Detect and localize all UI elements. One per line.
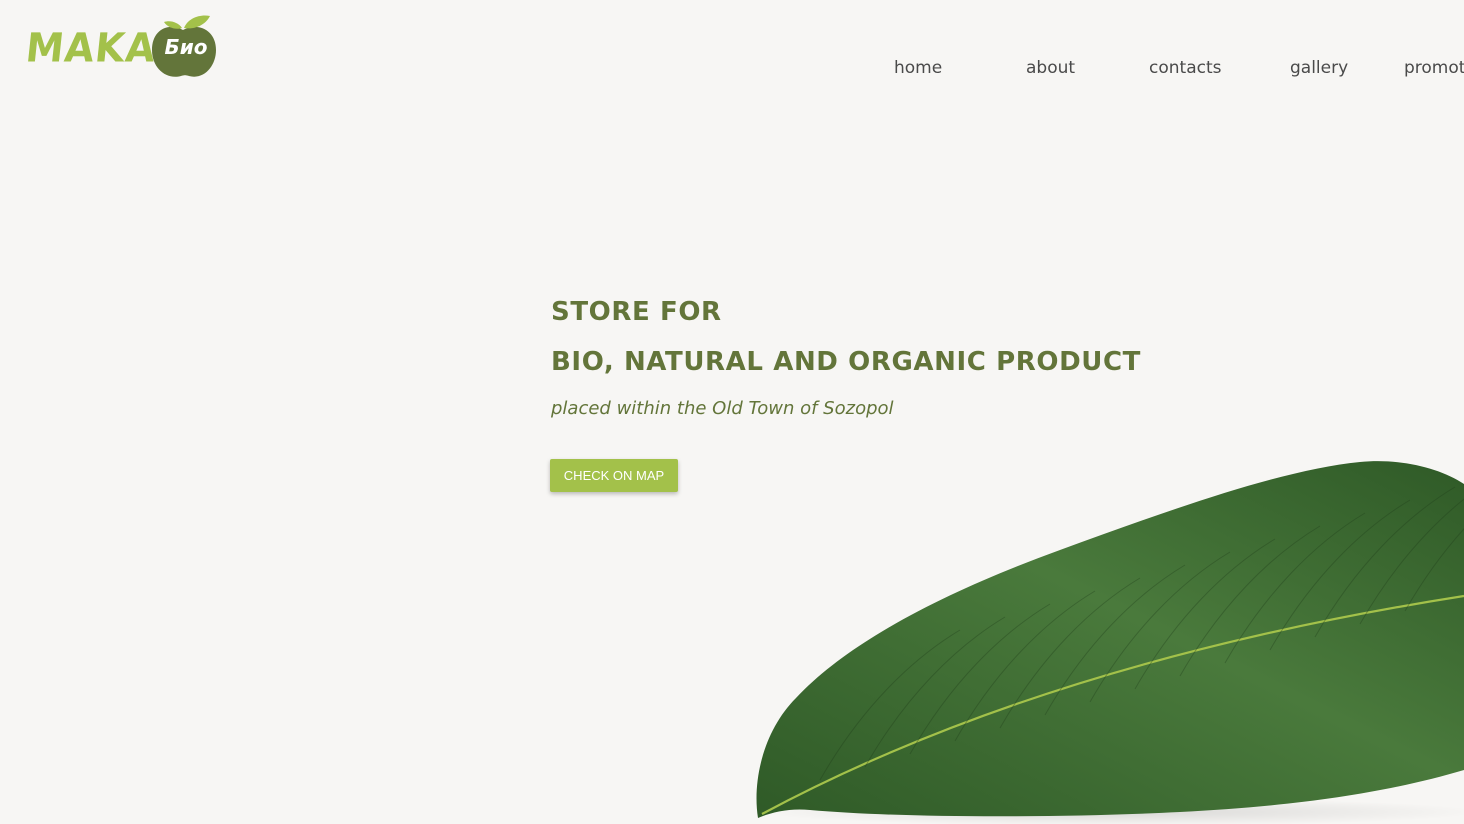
nav-item-home[interactable]: home	[894, 56, 942, 80]
hero-subtitle: placed within the Old Town of Sozopol	[551, 398, 894, 419]
nav-item-about[interactable]: about	[1026, 56, 1075, 80]
leaf-image	[756, 461, 1464, 824]
nav-item-contacts[interactable]: contacts	[1149, 56, 1221, 80]
hero-title-line-2: BIO, NATURAL AND ORGANIC PRODUCT	[551, 347, 1141, 377]
hero-section: STORE FOR BIO, NATURAL AND ORGANIC PRODU…	[551, 292, 1151, 422]
nav-item-promotions[interactable]: promot	[1404, 56, 1464, 80]
nav-item-gallery[interactable]: gallery	[1290, 56, 1348, 80]
hero-title-line-1: STORE FOR	[551, 297, 722, 327]
main-nav: home about contacts gallery promot	[0, 56, 1464, 82]
check-on-map-button[interactable]: CHECK ON MAP	[550, 459, 678, 492]
